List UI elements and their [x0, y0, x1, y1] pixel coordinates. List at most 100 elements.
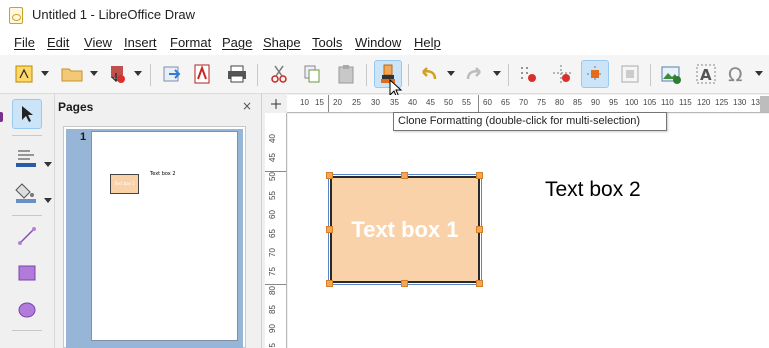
save-dropdown[interactable]: [134, 71, 142, 76]
libreoffice-draw-icon: [9, 7, 23, 24]
ruler-margin-marker: [478, 95, 479, 112]
pages-panel-title: Pages: [58, 100, 94, 114]
undo-icon[interactable]: [415, 60, 443, 88]
helplines-icon[interactable]: [548, 60, 576, 88]
special-character-icon[interactable]: Ω: [724, 60, 752, 88]
resize-handle-bottom-right[interactable]: [476, 280, 483, 287]
page-number: 1: [80, 131, 87, 143]
resize-handle-left[interactable]: [326, 226, 333, 233]
ellipse-tool-icon[interactable]: [12, 295, 42, 325]
rectangle-tool-icon[interactable]: [12, 258, 42, 288]
ruler-label: 130: [733, 98, 747, 107]
menu-window[interactable]: Window: [355, 35, 401, 50]
tool-separator: [12, 135, 42, 136]
ruler-label: 35: [390, 98, 399, 107]
ruler-label: 75: [268, 267, 277, 276]
horizontal-ruler[interactable]: 10 15 20 25 30 35 40 45 50 55 60 65 70 7…: [287, 95, 769, 113]
ruler-label: 70: [519, 98, 528, 107]
ruler-label: 50: [268, 172, 277, 181]
page-format-icon[interactable]: [10, 60, 38, 88]
menu-insert[interactable]: Insert: [124, 35, 157, 50]
drawing-toolbar: [0, 94, 55, 348]
export-pdf-icon[interactable]: [188, 60, 216, 88]
ruler-label: 80: [268, 286, 277, 295]
menu-format[interactable]: Format: [170, 35, 211, 50]
copy-icon[interactable]: [298, 60, 326, 88]
paste-icon[interactable]: [332, 60, 360, 88]
ruler-label: 80: [555, 98, 564, 107]
ruler-margin-marker: [328, 95, 329, 112]
line-color-icon[interactable]: [12, 142, 42, 172]
ruler-label: 110: [661, 98, 674, 107]
ruler-label: 100: [625, 98, 639, 107]
open-dropdown[interactable]: [90, 71, 98, 76]
toolbar-separator: [650, 64, 651, 86]
select-tool-icon[interactable]: [12, 99, 42, 129]
undo-dropdown[interactable]: [447, 71, 455, 76]
vertical-ruler[interactable]: 40 45 50 55 60 65 70 75 80 85 90 95: [265, 113, 287, 348]
export-icon[interactable]: [158, 60, 186, 88]
ruler-label: 40: [268, 134, 277, 143]
ruler-label: 45: [268, 153, 277, 162]
insert-image-icon[interactable]: [657, 60, 685, 88]
menu-bar: File Edit View Insert Format Page Shape …: [0, 31, 769, 55]
text-box-2[interactable]: Text box 2: [545, 178, 641, 202]
redo-icon[interactable]: [460, 60, 488, 88]
redo-dropdown[interactable]: [493, 71, 501, 76]
display-grid-icon[interactable]: [514, 60, 542, 88]
resize-handle-right[interactable]: [476, 226, 483, 233]
page-format-dropdown[interactable]: [41, 71, 49, 76]
standard-toolbar: A Ω: [0, 55, 769, 94]
save-icon[interactable]: [104, 60, 132, 88]
ruler-label: 85: [573, 98, 582, 107]
menu-tools[interactable]: Tools: [312, 35, 342, 50]
resize-handle-bottom-left[interactable]: [326, 280, 333, 287]
snap-icon[interactable]: [581, 60, 609, 88]
ruler-label: 120: [697, 98, 711, 107]
title-bar: Untitled 1 - LibreOffice Draw: [0, 0, 769, 31]
page-thumbnail[interactable]: [91, 131, 238, 341]
ruler-label: 115: [679, 98, 692, 107]
resize-handle-top[interactable]: [401, 172, 408, 179]
ruler-corner: [265, 95, 287, 113]
ruler-label: 90: [591, 98, 600, 107]
ruler-label: 50: [444, 98, 453, 107]
thumbnail-text-box-1: Text box 1: [110, 174, 139, 194]
fontwork-icon[interactable]: A: [692, 60, 720, 88]
ruler-label: 60: [483, 98, 492, 107]
close-icon[interactable]: ×: [242, 99, 252, 113]
menu-edit[interactable]: Edit: [47, 35, 69, 50]
resize-handle-top-right[interactable]: [476, 172, 483, 179]
open-icon[interactable]: [58, 60, 86, 88]
ruler-label: 30: [371, 98, 380, 107]
cut-icon[interactable]: [265, 60, 293, 88]
menu-help[interactable]: Help: [414, 35, 441, 50]
resize-handle-bottom[interactable]: [401, 280, 408, 287]
text-box-1[interactable]: Text box 1: [330, 176, 480, 283]
resize-handle-top-left[interactable]: [326, 172, 333, 179]
thumbnail-text-box-2: Text box 2: [150, 171, 176, 177]
line-tool-icon[interactable]: [12, 221, 42, 251]
menu-shape[interactable]: Shape: [263, 35, 301, 50]
special-character-dropdown[interactable]: [755, 71, 763, 76]
ruler-label: 60: [268, 210, 277, 219]
scrollbar-handle[interactable]: [760, 96, 769, 112]
window-title: Untitled 1 - LibreOffice Draw: [32, 7, 196, 22]
toolbar-separator: [257, 64, 258, 86]
ruler-label: 95: [268, 343, 277, 348]
toolbar-separator: [508, 64, 509, 86]
menu-view[interactable]: View: [84, 35, 112, 50]
toolbar-separator: [366, 64, 367, 86]
fill-color-icon[interactable]: [12, 178, 42, 208]
print-icon[interactable]: [223, 60, 251, 88]
ruler-label: 25: [352, 98, 361, 107]
toolbar-separator: [408, 64, 409, 86]
ruler-label: 95: [609, 98, 618, 107]
fill-color-dropdown[interactable]: [44, 198, 52, 203]
menu-page[interactable]: Page: [222, 35, 252, 50]
ruler-label: 45: [426, 98, 435, 107]
line-color-dropdown[interactable]: [44, 162, 52, 167]
zoom-icon[interactable]: [616, 60, 644, 88]
menu-file[interactable]: File: [14, 35, 35, 50]
svg-text:Ω: Ω: [728, 64, 743, 85]
